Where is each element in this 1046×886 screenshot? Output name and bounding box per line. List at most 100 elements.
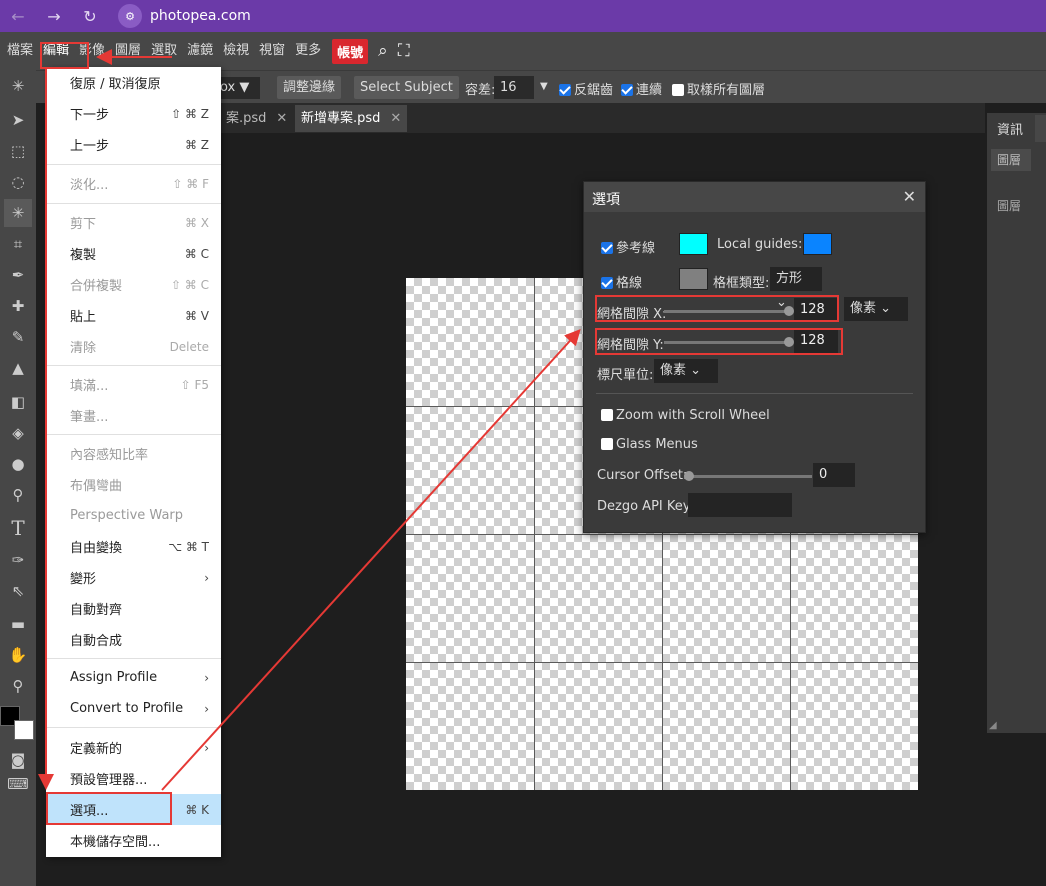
menu-filter[interactable]: 濾鏡	[182, 32, 218, 70]
close-icon[interactable]: ✕	[903, 187, 916, 206]
menu-item-convert-to-profile[interactable]: Convert to Profile ›	[46, 693, 221, 724]
guides-checkbox[interactable]: 參考線	[601, 237, 655, 256]
menu-item-copy-merged[interactable]: 合併複製 ⇧ ⌘ C	[46, 269, 221, 300]
lasso-tool-icon[interactable]: ◌	[4, 168, 32, 196]
magic-wand-preset-icon[interactable]: ✳	[4, 72, 32, 100]
keyboard-icon[interactable]: ⌨	[4, 770, 32, 798]
shape-tool-icon[interactable]: ▬	[4, 610, 32, 638]
panel-tab-2[interactable]	[1035, 115, 1046, 142]
background-color-swatch[interactable]	[14, 720, 34, 740]
resize-grip-icon[interactable]: ◢	[989, 720, 997, 731]
fill-tool-icon[interactable]: ◈	[4, 419, 32, 447]
site-settings-icon[interactable]: ⚙	[118, 4, 142, 28]
address-bar[interactable]: ⚙ photopea.com	[114, 3, 261, 29]
menu-item-copy[interactable]: 複製 ⌘ C	[46, 238, 221, 269]
menu-item-preset-manager[interactable]: 預設管理器...	[46, 763, 221, 794]
eyedropper-tool-icon[interactable]: ✒	[4, 261, 32, 289]
info-tab[interactable]: 資訊	[997, 119, 1023, 138]
hand-tool-icon[interactable]: ✋	[4, 641, 32, 669]
marquee-tool-icon[interactable]: ⬚	[4, 137, 32, 165]
chevron-right-icon: ›	[204, 670, 209, 685]
doc-tab-active[interactable]: 新增專案.psd ✕	[295, 105, 408, 132]
pen-tool-icon[interactable]: ✑	[4, 546, 32, 574]
annotation-box-edit-menu	[40, 42, 89, 69]
dodge-tool-icon[interactable]: ⚲	[4, 481, 32, 509]
cursor-offset-slider[interactable]	[684, 475, 812, 478]
menu-item-perspective-warp[interactable]: Perspective Warp	[46, 500, 221, 531]
forward-icon[interactable]: →	[36, 7, 72, 26]
menu-item-clear[interactable]: 清除 Delete	[46, 331, 221, 362]
type-tool-icon[interactable]: T	[4, 514, 32, 542]
zoom-scroll-checkbox[interactable]: Zoom with Scroll Wheel	[601, 408, 770, 423]
glass-menus-checkbox[interactable]: Glass Menus	[601, 437, 698, 452]
grid-type-select[interactable]: 方形 ⌄	[770, 267, 822, 310]
eraser-tool-icon[interactable]: ◧	[4, 388, 32, 416]
menu-item-step-forward[interactable]: 下一步 ⇧ ⌘ Z	[46, 98, 221, 129]
move-tool-icon[interactable]: ➤	[4, 106, 32, 134]
local-guides-color-swatch[interactable]	[803, 233, 832, 255]
menu-item-paste[interactable]: 貼上 ⌘ V	[46, 300, 221, 331]
close-icon[interactable]: ✕	[390, 111, 401, 126]
doc-tab[interactable]: 案.psd ✕	[220, 105, 293, 132]
contiguous-checkbox[interactable]: 連續	[621, 79, 662, 98]
sample-all-checkbox[interactable]: 取樣所有圖層	[672, 79, 765, 98]
tolerance-input[interactable]: 16	[494, 76, 534, 99]
menu-item-undo-redo[interactable]: 復原 / 取消復原	[46, 67, 221, 98]
menu-item-content-aware-scale[interactable]: 內容感知比率	[46, 438, 221, 469]
crop-tool-icon[interactable]: ⌗	[4, 230, 32, 258]
healing-tool-icon[interactable]: ✚	[4, 292, 32, 320]
ruler-unit-label: 標尺單位:	[597, 368, 654, 383]
grid-color-swatch[interactable]	[679, 268, 708, 290]
url-text: photopea.com	[150, 8, 251, 24]
refine-edge-button[interactable]: 調整邊緣	[277, 76, 342, 99]
select-subject-button[interactable]: Select Subject	[354, 76, 459, 99]
fullscreen-icon[interactable]: ⛶	[398, 41, 410, 61]
menu-separator	[46, 164, 221, 165]
menu-view[interactable]: 檢視	[218, 32, 254, 70]
dezgo-api-key-label: Dezgo API Key:	[597, 499, 694, 514]
menu-item-auto-align[interactable]: 自動對齊	[46, 593, 221, 624]
reload-icon[interactable]: ↻	[72, 7, 108, 26]
brush-tool-icon[interactable]: ✎	[4, 323, 32, 351]
anti-alias-checkbox[interactable]: 反鋸齒	[559, 79, 613, 98]
menu-item-auto-blend[interactable]: 自動合成	[46, 624, 221, 655]
menu-item-puppet-warp[interactable]: 布偶彎曲	[46, 469, 221, 500]
spacing-unit-select[interactable]: 像素 ⌄	[844, 297, 908, 321]
zoom-tool-icon[interactable]: ⚲	[4, 672, 32, 700]
ruler-unit-select[interactable]: 像素 ⌄	[654, 359, 718, 383]
account-button[interactable]: 帳號	[332, 38, 369, 64]
menu-item-cut[interactable]: 剪下 ⌘ X	[46, 207, 221, 238]
guides-color-swatch[interactable]	[679, 233, 708, 255]
menu-layer[interactable]: 圖層	[110, 32, 146, 70]
menu-window[interactable]: 視窗	[254, 32, 290, 70]
menu-select[interactable]: 選取	[146, 32, 182, 70]
menu-more[interactable]: 更多	[290, 32, 326, 70]
tolerance-dropdown-icon[interactable]: ▼	[540, 81, 548, 92]
dialog-header[interactable]: 選項 ✕	[584, 182, 925, 212]
cursor-offset-input[interactable]: 0	[813, 463, 855, 487]
dezgo-api-key-input[interactable]	[688, 493, 792, 517]
menu-item-transform[interactable]: 變形 ›	[46, 562, 221, 593]
blur-tool-icon[interactable]: ●	[4, 450, 32, 478]
magic-wand-tool-icon[interactable]: ✳	[4, 199, 32, 227]
grid-checkbox[interactable]: 格線	[601, 272, 642, 291]
path-select-tool-icon[interactable]: ⇖	[4, 577, 32, 605]
menu-item-step-back[interactable]: 上一步 ⌘ Z	[46, 129, 221, 160]
menu-item-assign-profile[interactable]: Assign Profile ›	[46, 662, 221, 693]
browser-bar: ← → ↻ ⚙ photopea.com	[0, 0, 1046, 32]
search-icon[interactable]: ⌕	[378, 41, 388, 61]
cursor-offset-slider-knob[interactable]	[684, 471, 694, 481]
menu-item-stroke[interactable]: 筆畫...	[46, 400, 221, 431]
menu-item-fade[interactable]: 淡化... ⇧ ⌘ F	[46, 168, 221, 199]
checkbox-icon	[601, 277, 613, 289]
menu-item-local-storage[interactable]: 本機儲存空間...	[46, 825, 221, 856]
menu-item-free-transform[interactable]: 自由變換 ⌥ ⌘ T	[46, 531, 221, 562]
back-icon[interactable]: ←	[0, 7, 36, 26]
close-icon[interactable]: ✕	[276, 111, 287, 126]
menu-item-fill[interactable]: 填滿... ⇧ F5	[46, 369, 221, 400]
menu-file[interactable]: 檔案	[2, 32, 38, 70]
stamp-tool-icon[interactable]: ▲	[4, 354, 32, 382]
layers-subtab[interactable]: 圖層	[991, 149, 1031, 171]
menu-item-define-new[interactable]: 定義新的 ›	[46, 732, 221, 763]
selection-mode-select[interactable]: ox ▼	[216, 77, 260, 99]
